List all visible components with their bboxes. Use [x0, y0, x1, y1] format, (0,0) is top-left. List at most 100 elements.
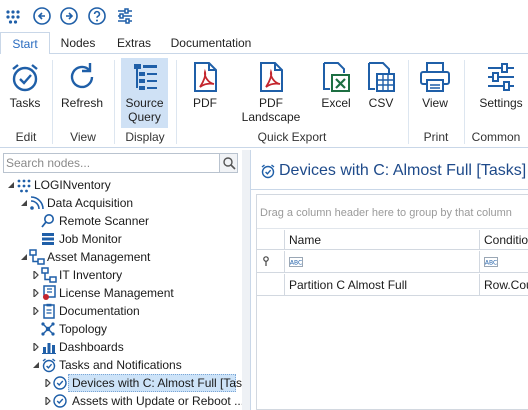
tab-extras[interactable]: Extras: [108, 32, 160, 54]
source-query-label: Source Query: [125, 96, 164, 124]
settings-button[interactable]: Settings: [474, 58, 528, 128]
help-icon[interactable]: [87, 6, 107, 26]
tree-label: Job Monitor: [59, 232, 122, 246]
filter-cell-name[interactable]: ABC: [285, 251, 480, 273]
print-view-button[interactable]: View: [416, 58, 454, 128]
printer-icon: [418, 60, 452, 94]
app-grid-icon: [16, 177, 32, 193]
expand-arrow-icon[interactable]: [32, 343, 40, 351]
task-check-icon: [52, 393, 68, 409]
hierarchy-icon: [29, 249, 45, 265]
search-icon: [223, 157, 236, 170]
tree-label: LOGINventory: [34, 178, 111, 192]
alarm-clock-icon: [41, 357, 57, 373]
tree-label: Data Acquisition: [47, 196, 134, 210]
tree-label: IT Inventory: [59, 268, 123, 282]
filter-row-indicator: [257, 251, 285, 273]
pdf-landscape-icon: [254, 60, 288, 94]
tree-item-remote-scanner[interactable]: Remote Scanner: [0, 212, 240, 230]
filter-abc-text: ABC: [485, 260, 497, 267]
settings-label: Settings: [479, 96, 523, 110]
excel-button[interactable]: Excel: [318, 58, 354, 128]
pdf-landscape-button[interactable]: PDF Landscape: [232, 58, 310, 128]
column-header-condition[interactable]: Condition: [480, 230, 528, 250]
page-title: Devices with C: Almost Full [Tasks]: [279, 162, 527, 179]
row-indicator-header: [257, 230, 285, 250]
column-header-name[interactable]: Name: [285, 230, 480, 250]
group-quick-export: Quick Export: [257, 130, 327, 144]
app-grid-icon[interactable]: [4, 6, 24, 26]
search-input[interactable]: [6, 155, 216, 171]
pdf-button[interactable]: PDF: [186, 58, 224, 128]
excel-label: Excel: [321, 96, 351, 110]
license-certificate-icon: [41, 285, 57, 301]
table-row[interactable]: Partition C Almost Full Row.Cour: [257, 274, 528, 296]
tab-documentation[interactable]: Documentation: [166, 32, 256, 54]
tree-item-loginventory[interactable]: LOGINventory: [0, 176, 240, 194]
tree-item-dashboards[interactable]: Dashboards: [0, 338, 240, 356]
tab-nodes[interactable]: Nodes: [54, 32, 102, 54]
csv-button[interactable]: CSV: [362, 58, 400, 128]
tree-label: Documentation: [59, 304, 140, 318]
group-print: Print: [423, 130, 449, 144]
task-check-icon: [52, 375, 68, 391]
pin-icon: [263, 256, 269, 266]
tree-label: Asset Management: [47, 250, 151, 264]
tree-item-topology[interactable]: Topology: [0, 320, 240, 338]
refresh-icon: [65, 60, 99, 94]
tree-item-license-management[interactable]: License Management: [0, 284, 240, 302]
source-query-button[interactable]: Source Query: [121, 58, 168, 128]
search-box: [3, 153, 238, 173]
tree-item-asset-management[interactable]: Asset Management: [0, 248, 240, 266]
collapse-arrow-icon[interactable]: [20, 199, 28, 207]
refresh-button[interactable]: Refresh: [56, 58, 108, 128]
signal-icon: [29, 195, 45, 211]
tree-label: Topology: [59, 322, 108, 336]
pane-splitter[interactable]: [242, 150, 250, 410]
tree-item-devices-c-almost-full[interactable]: Devices with C: Almost Full [Tas...: [0, 374, 252, 392]
expand-arrow-icon[interactable]: [32, 271, 40, 279]
content-pane: Devices with C: Almost Full [Tasks] Drag…: [250, 150, 528, 410]
group-by-panel[interactable]: Drag a column header here to group by th…: [257, 195, 528, 229]
job-list-icon: [40, 231, 56, 247]
expand-arrow-icon[interactable]: [32, 289, 40, 297]
pdf-file-icon: [188, 60, 222, 94]
search-button[interactable]: [219, 154, 237, 172]
tree-item-assets-update-reboot[interactable]: Assets with Update or Reboot ...: [0, 392, 244, 410]
clipboard-icon: [41, 303, 57, 319]
collapse-arrow-icon[interactable]: [32, 361, 40, 369]
tree-label: Remote Scanner: [59, 214, 150, 228]
expand-arrow-icon[interactable]: [44, 379, 52, 387]
forward-icon[interactable]: [59, 6, 79, 26]
data-grid: Drag a column header here to group by th…: [256, 194, 528, 410]
tab-start[interactable]: Start: [0, 32, 50, 55]
tree-item-job-monitor[interactable]: Job Monitor: [0, 230, 240, 248]
collapse-arrow-icon[interactable]: [7, 181, 15, 189]
tree-label: Tasks and Notifications: [59, 358, 182, 372]
tree-item-it-inventory[interactable]: IT Inventory: [0, 266, 240, 284]
tree-item-tasks-notifications[interactable]: Tasks and Notifications: [0, 356, 240, 374]
filter-cell-condition[interactable]: ABC: [480, 251, 528, 273]
expand-arrow-icon[interactable]: [44, 397, 52, 405]
tree-item-data-acquisition[interactable]: Data Acquisition: [0, 194, 240, 212]
search-icon: [40, 213, 56, 229]
ribbon-tabs: Start Nodes Extras Documentation: [0, 32, 528, 55]
expand-arrow-icon[interactable]: [32, 307, 40, 315]
ribbon: Tasks Refresh Source Query PDF PDF Lands…: [0, 54, 528, 148]
group-display: Display: [125, 130, 165, 144]
collapse-arrow-icon[interactable]: [20, 253, 28, 261]
cell-condition[interactable]: Row.Cour: [480, 274, 528, 296]
text-filter-icon: ABC: [289, 257, 303, 267]
quick-access-toolbar: [0, 0, 528, 32]
back-icon[interactable]: [32, 6, 52, 26]
alarm-clock-icon: [260, 163, 276, 179]
filter-row: ABC ABC: [257, 251, 528, 273]
group-view: View: [70, 130, 96, 144]
refresh-label: Refresh: [60, 96, 104, 110]
csv-label: CSV: [368, 96, 394, 110]
settings-sliders-icon[interactable]: [115, 6, 135, 26]
cell-name[interactable]: Partition C Almost Full: [285, 274, 480, 296]
tree-item-documentation[interactable]: Documentation: [0, 302, 240, 320]
group-common: Common: [471, 130, 521, 144]
tasks-button[interactable]: Tasks: [2, 58, 48, 128]
